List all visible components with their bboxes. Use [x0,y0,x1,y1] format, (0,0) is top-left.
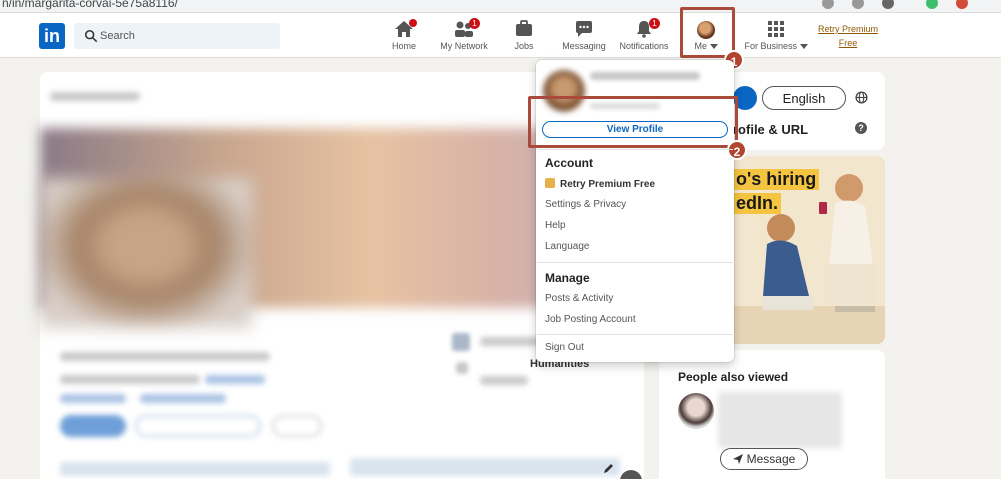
caret-down-icon [799,44,808,49]
public-profile-url-label: rofile & URL [733,122,809,137]
blurred-link [140,394,226,403]
nav-messaging[interactable]: Messaging [560,17,608,57]
menu-item-sign-out[interactable]: Sign Out [545,342,584,353]
blurred-text [60,375,200,384]
nav-jobs[interactable]: Jobs [510,17,538,57]
menu-item-job-posting-account[interactable]: Job Posting Account [545,314,636,325]
network-icon: 1 [454,18,480,38]
nav-my-network[interactable]: 1 My Network [436,17,492,57]
retry-premium-link[interactable]: Retry Premium Free [812,22,884,50]
blurred-link [60,394,126,403]
linkedin-logo[interactable]: in [39,23,65,49]
send-icon [732,454,743,464]
notification-badge: 1 [649,18,660,29]
premium-icon [545,178,555,188]
menu-divider [537,149,733,150]
extension-icon[interactable] [956,0,968,9]
menu-divider [537,334,733,335]
blurred-section [60,462,330,476]
nav-label: Notifications [619,41,669,51]
menu-item-posts-activity[interactable]: Posts & Activity [545,293,613,304]
school-icon [456,362,468,374]
notification-badge: 1 [469,18,480,29]
blurred-name [590,72,700,80]
people-also-viewed-title: People also viewed [678,370,789,384]
nav-home[interactable]: Home [385,17,423,57]
blurred-person-info [718,392,842,448]
briefcase-icon [514,20,534,38]
menu-item-language[interactable]: Language [545,241,590,252]
blurred-text [50,92,140,101]
nav-for-business-label: For Business [742,41,810,51]
bell-icon: 1 [634,18,660,38]
step-marker: 2 [727,140,747,160]
pencil-icon[interactable] [603,462,615,474]
home-icon [394,19,417,38]
view-profile-highlight-box [528,96,738,148]
bookmark-icon[interactable] [882,0,894,9]
menu-item-settings-privacy[interactable]: Settings & Privacy [545,199,626,210]
account-heading: Account [545,156,593,170]
nav-notifications[interactable]: 1 Notifications [616,17,672,57]
menu-item-help[interactable]: Help [545,220,566,231]
help-icon[interactable]: ? [855,122,867,134]
avatar[interactable] [678,393,714,429]
blurred-section [350,458,620,476]
zoom-icon[interactable] [822,0,834,9]
nav-for-business[interactable]: For Business [742,17,810,57]
nav-label: Jobs [514,41,534,51]
open-to-button[interactable] [60,415,126,437]
search-box[interactable] [74,23,280,49]
blurred-link [205,375,265,384]
globe-icon [855,91,868,104]
blurred-text [60,352,270,361]
menu-divider [537,262,733,263]
search-input[interactable] [100,23,276,49]
company-icon [452,333,470,351]
grid-icon [766,20,786,38]
notification-dot [409,19,417,27]
nav-label: My Network [440,41,488,51]
top-nav-bar: in Home 1 My Network Jobs Messaging 1 [0,13,1001,58]
browser-address-bar[interactable]: n/in/margarita-corvai-5e75a8116/ [0,0,1001,13]
add-section-button[interactable] [135,415,261,437]
nav-label: Messaging [562,41,606,51]
language-button[interactable]: English [762,86,846,110]
menu-item-retry-premium[interactable]: Retry Premium Free [545,178,655,190]
me-highlight-box [680,7,735,58]
blurred-text [480,337,540,346]
more-button[interactable] [272,415,322,437]
extension-icon[interactable] [926,0,938,9]
search-icon [84,29,98,43]
browser-url[interactable]: n/in/margarita-corvai-5e75a8116/ [2,0,178,10]
messaging-icon [574,20,594,38]
message-button[interactable]: Message [720,448,808,470]
blurred-text [480,376,528,385]
profile-photo [40,178,252,328]
ad-headline: edIn. [733,193,782,214]
ad-headline: o's hiring [733,169,820,190]
nav-label: Home [391,41,416,51]
share-icon[interactable] [852,0,864,9]
manage-heading: Manage [545,271,590,285]
